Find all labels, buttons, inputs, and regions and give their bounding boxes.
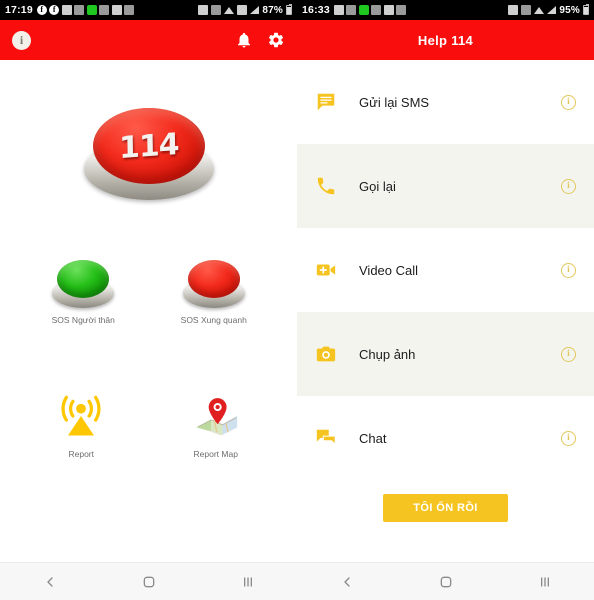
message-icon: [62, 5, 72, 15]
report-label: Report: [68, 449, 94, 459]
left-screen: 17:19 f f 87% i: [0, 0, 297, 600]
back-icon[interactable]: [339, 574, 355, 590]
home-icon[interactable]: [141, 574, 157, 590]
bluetooth-icon: [211, 5, 221, 15]
im-ok-button[interactable]: TÔI ỔN RỒI: [383, 494, 508, 522]
wifi-icon: [534, 7, 544, 14]
bluetooth-icon: [521, 5, 531, 15]
image-icon: [384, 5, 394, 15]
menu-item-label: Chat: [359, 431, 561, 446]
shield-green-icon: [359, 5, 369, 15]
app-bar: Help 114: [297, 20, 594, 60]
signal-icon: [237, 5, 247, 15]
video-camera-icon: [315, 259, 345, 281]
help-menu-list: Gửi lại SMS i Gọi lại i: [297, 60, 594, 562]
facebook-icon: f: [37, 5, 47, 15]
status-bar-clock: 16:33: [302, 4, 330, 16]
menu-item-label: Chụp ảnh: [359, 347, 561, 362]
info-icon[interactable]: i: [561, 263, 576, 278]
whatsapp-icon: [74, 5, 84, 15]
status-bar: 17:19 f f 87%: [0, 0, 297, 20]
recents-icon[interactable]: [240, 574, 256, 590]
status-bar-right-icons: 95%: [508, 5, 589, 16]
battery-percent: 87%: [262, 5, 283, 16]
menu-item-resend-sms[interactable]: Gửi lại SMS i: [297, 60, 594, 144]
status-bar-clock: 17:19: [5, 4, 33, 16]
screenshot-root: 17:19 f f 87% i: [0, 0, 594, 600]
whatsapp-icon: [346, 5, 356, 15]
sos-relatives-label: SOS Người thân: [52, 315, 115, 325]
download-icon: [99, 5, 109, 15]
home-icon[interactable]: [438, 574, 454, 590]
app-bar-actions: [235, 31, 285, 49]
sos-nearby-label: SOS Xung quanh: [181, 315, 247, 325]
map-pin-icon: [190, 390, 242, 447]
chat-bubble-icon: [315, 427, 345, 449]
download-icon: [371, 5, 381, 15]
info-icon[interactable]: i: [561, 95, 576, 110]
broadcast-signal-icon: [55, 390, 107, 447]
status-bar-left-icons: f f: [37, 5, 135, 15]
menu-item-label: Video Call: [359, 263, 561, 278]
menu-item-call-back[interactable]: Gọi lại i: [297, 144, 594, 228]
button-top: 114: [93, 108, 205, 184]
sos-relatives-graphic: [52, 260, 114, 308]
message-icon: [334, 5, 344, 15]
image-icon: [112, 5, 122, 15]
info-icon[interactable]: i: [561, 179, 576, 194]
status-bar-right-icons: 87%: [198, 5, 292, 16]
facebook-icon: f: [49, 5, 59, 15]
back-icon[interactable]: [42, 574, 58, 590]
action-button-area: TÔI ỔN RỒI: [297, 494, 594, 522]
sos-button-row: SOS Người thân SOS Xung quanh: [0, 260, 297, 325]
battery-icon: [286, 5, 292, 15]
alarm-icon: [198, 5, 208, 15]
emergency-button-label: 114: [118, 126, 178, 165]
left-screen-content: 114 SOS Người thân SOS: [0, 60, 297, 562]
menu-item-take-photo[interactable]: Chụp ảnh i: [297, 312, 594, 396]
bell-icon[interactable]: [235, 31, 253, 49]
tool-row: Report: [0, 390, 297, 459]
phone-call-icon: [315, 175, 345, 197]
battery-icon: [583, 5, 589, 15]
android-nav-bar: [0, 562, 297, 600]
recents-icon[interactable]: [537, 574, 553, 590]
signal-bars-icon: [250, 6, 259, 14]
emergency-button-area: 114: [0, 108, 297, 200]
report-button[interactable]: Report: [31, 390, 131, 459]
report-map-label: Report Map: [194, 449, 238, 459]
status-bar: 16:33 95%: [297, 0, 594, 20]
sos-nearby-graphic: [183, 260, 245, 308]
button-top-green: [57, 260, 109, 298]
right-screen: 16:33 95% Help 114: [297, 0, 594, 600]
info-icon[interactable]: i: [561, 431, 576, 446]
sos-nearby-button[interactable]: SOS Xung quanh: [166, 260, 261, 325]
check-icon: [396, 5, 406, 15]
signal-icon: [547, 6, 556, 14]
alarm-icon: [508, 5, 518, 15]
page-title: Help 114: [418, 33, 473, 48]
status-bar-left-icons: [334, 5, 407, 15]
battery-percent: 95%: [559, 5, 580, 16]
menu-item-label: Gửi lại SMS: [359, 95, 561, 110]
button-top-red: [188, 260, 240, 298]
camera-icon: [315, 343, 345, 365]
android-nav-bar: [297, 562, 594, 600]
app-bar: i: [0, 20, 297, 60]
gear-icon[interactable]: [267, 31, 285, 49]
wifi-icon: [224, 7, 234, 14]
report-map-button[interactable]: Report Map: [166, 390, 266, 459]
check-icon: [124, 5, 134, 15]
menu-item-video-call[interactable]: Video Call i: [297, 228, 594, 312]
menu-item-label: Gọi lại: [359, 179, 561, 194]
menu-item-chat[interactable]: Chat i: [297, 396, 594, 480]
info-icon[interactable]: i: [12, 31, 31, 50]
sms-message-icon: [315, 91, 345, 113]
sos-relatives-button[interactable]: SOS Người thân: [36, 260, 131, 325]
emergency-114-button[interactable]: 114: [84, 108, 214, 200]
shield-green-icon: [87, 5, 97, 15]
info-icon[interactable]: i: [561, 347, 576, 362]
